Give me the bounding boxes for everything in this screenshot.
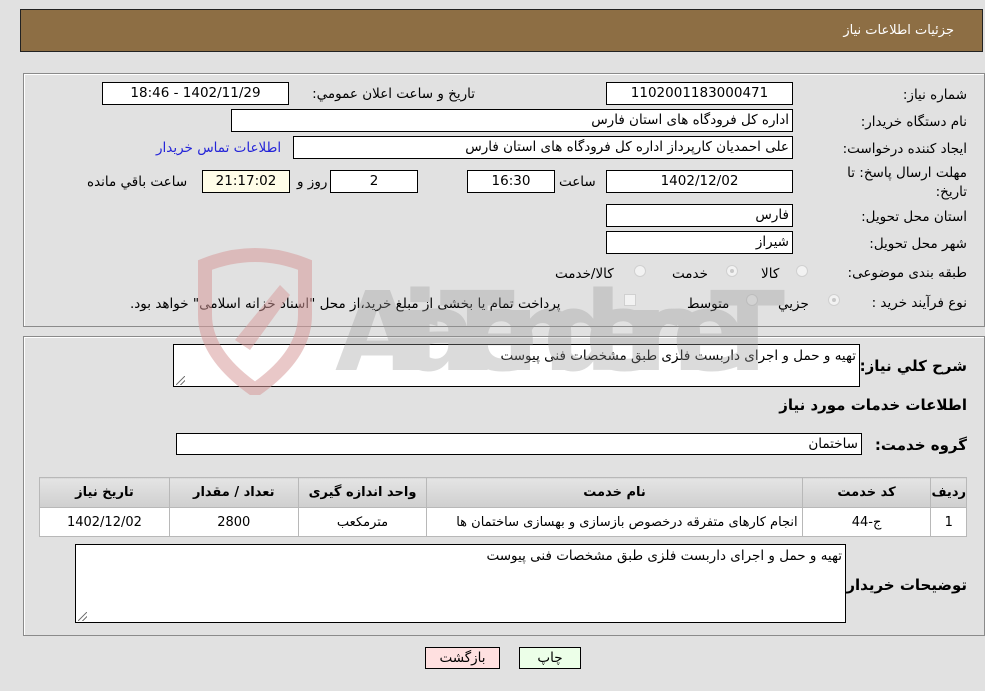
table-header-row: تاریخ نیاز تعداد / مقدار واحد اندازه گیر… — [39, 477, 967, 508]
service-group-label: گروه خدمت: — [874, 436, 967, 454]
purchase-process-label: نوع فرآیند خرید : — [871, 295, 967, 311]
deadline-label: مهلت ارسال پاسخ: تا تاریخ: — [847, 165, 967, 200]
time-remaining-label: ساعت باقي مانده — [87, 174, 188, 190]
city-field: شیراز — [606, 231, 793, 254]
category-option-service: خدمت — [672, 266, 708, 282]
buyer-org-field: اداره کل فرودگاه های استان فارس — [231, 109, 793, 132]
province-label: استان محل تحویل: — [861, 209, 967, 225]
city-label: شهر محل تحویل: — [869, 236, 967, 252]
days-label: روز و — [297, 174, 328, 190]
services-table: تاریخ نیاز تعداد / مقدار واحد اندازه گیر… — [39, 477, 967, 537]
back-button[interactable]: بازگشت — [425, 647, 500, 669]
general-desc-label: شرح کلي نیاز: — [859, 357, 967, 375]
requester-field: علی احمدیان کارپرداز اداره کل فرودگاه ها… — [293, 136, 793, 159]
treasury-note: پرداخت تمام یا بخشی از مبلغ خرید،از محل … — [130, 296, 561, 312]
buyer-notes-textarea[interactable]: تهیه و حمل و اجرای داربست فلزی طبق مشخصا… — [75, 544, 846, 623]
service-group-field: ساختمان — [176, 433, 862, 455]
category-label: طبقه بندی موضوعی: — [847, 265, 967, 281]
cell-row-number: 1 — [930, 507, 967, 537]
category-option-goods-service: کالا/خدمت — [555, 266, 614, 282]
resize-grip-icon[interactable] — [176, 376, 185, 385]
treasury-checkbox[interactable] — [624, 294, 636, 306]
time-remaining-field: 21:17:02 — [202, 170, 290, 193]
deadline-time-field: 16:30 — [467, 170, 555, 193]
col-need-date: تاریخ نیاز — [39, 477, 170, 508]
category-option-goods: کالا — [761, 266, 780, 282]
col-service-name: نام خدمت — [426, 477, 803, 508]
general-desc-textarea[interactable]: تهیه و حمل و اجرای داربست فلزی طبق مشخصا… — [173, 344, 860, 387]
cell-service-name: انجام کارهای متفرقه درخصوص بازسازی و بهس… — [426, 507, 803, 537]
announce-datetime-label: تاریخ و ساعت اعلان عمومي: — [312, 86, 475, 102]
general-desc-text: تهیه و حمل و اجرای داربست فلزی طبق مشخصا… — [500, 348, 856, 364]
cell-service-code: ج-44 — [801, 507, 932, 537]
buyer-notes-label: توضیحات خریدار: — [840, 576, 967, 594]
cell-unit: مترمکعب — [297, 507, 428, 537]
cell-need-date: 1402/12/02 — [39, 507, 170, 537]
buyer-org-label: نام دستگاه خریدار: — [860, 114, 967, 130]
page-title: جزئیات اطلاعات نیاز — [843, 23, 954, 38]
requester-label: ایجاد کننده درخواست: — [842, 141, 967, 157]
process-radio-medium[interactable] — [746, 294, 758, 306]
deadline-time-label: ساعت — [559, 174, 596, 190]
col-quantity: تعداد / مقدار — [168, 477, 299, 508]
col-row-number: ردیف — [930, 477, 967, 508]
days-remaining-field: 2 — [330, 170, 418, 193]
province-field: فارس — [606, 204, 793, 227]
col-service-code: کد خدمت — [801, 477, 932, 508]
need-number-label: شماره نیاز: — [902, 87, 967, 103]
cell-quantity: 2800 — [168, 507, 299, 537]
resize-grip-icon[interactable] — [78, 612, 87, 621]
buyer-notes-text: تهیه و حمل و اجرای داربست فلزی طبق مشخصا… — [486, 548, 842, 564]
category-radio-goods[interactable] — [796, 265, 808, 277]
col-unit: واحد اندازه گیری — [297, 477, 428, 508]
announce-datetime-field: 1402/11/29 - 18:46 — [102, 82, 289, 105]
page-header: جزئیات اطلاعات نیاز — [20, 9, 983, 52]
process-radio-minor[interactable] — [828, 294, 840, 306]
category-radio-goods-service[interactable] — [634, 265, 646, 277]
print-button[interactable]: چاپ — [519, 647, 581, 669]
process-option-minor: جزیي — [778, 296, 809, 312]
table-row: 1402/12/02 2800 مترمکعب انجام کارهای متف… — [39, 507, 967, 537]
buyer-contact-link[interactable]: اطلاعات تماس خریدار — [156, 140, 281, 156]
category-radio-service[interactable] — [726, 265, 738, 277]
services-heading: اطلاعات خدمات مورد نیاز — [779, 396, 967, 414]
need-number-field: 1102001183000471 — [606, 82, 793, 105]
deadline-date-field: 1402/12/02 — [606, 170, 793, 193]
process-option-medium: متوسط — [687, 296, 730, 312]
